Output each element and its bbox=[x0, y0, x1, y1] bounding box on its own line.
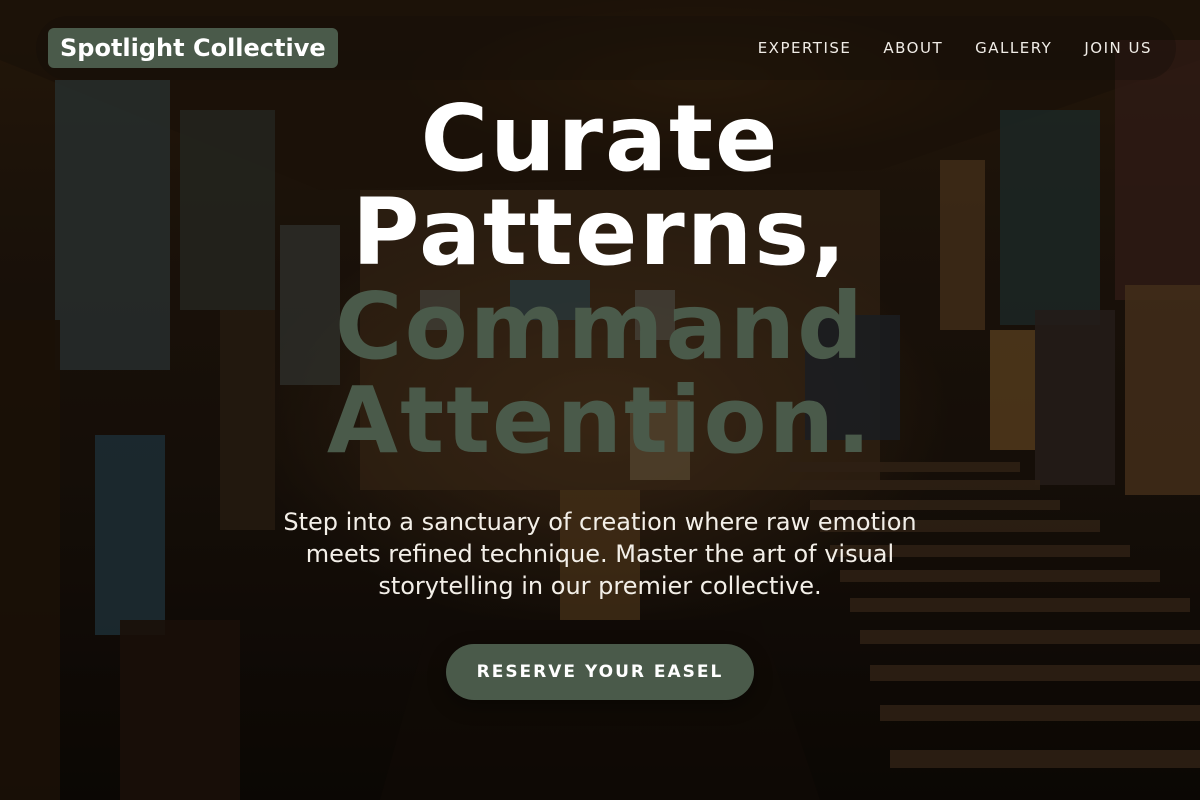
brand-logo[interactable]: Spotlight Collective bbox=[48, 28, 338, 68]
nav-link-join-us[interactable]: JOIN US bbox=[1084, 39, 1152, 57]
headline-line-patterns: Patterns, bbox=[352, 179, 848, 286]
hero-section: Spotlight Collective EXPERTISE ABOUT GAL… bbox=[0, 0, 1200, 800]
hero-headline: Curate Patterns, Command Attention. bbox=[0, 92, 1200, 468]
top-navigation: Spotlight Collective EXPERTISE ABOUT GAL… bbox=[36, 16, 1176, 80]
headline-line-command: Command bbox=[335, 273, 865, 380]
nav-link-about[interactable]: ABOUT bbox=[883, 39, 943, 57]
nav-link-gallery[interactable]: GALLERY bbox=[975, 39, 1052, 57]
nav-link-expertise[interactable]: EXPERTISE bbox=[758, 39, 852, 57]
nav-links: EXPERTISE ABOUT GALLERY JOIN US bbox=[758, 16, 1152, 80]
headline-line-attention: Attention. bbox=[326, 367, 874, 474]
reserve-easel-button[interactable]: RESERVE YOUR EASEL bbox=[446, 644, 754, 700]
headline-line-curate: Curate bbox=[420, 85, 780, 192]
hero-subcopy: Step into a sanctuary of creation where … bbox=[283, 508, 917, 600]
